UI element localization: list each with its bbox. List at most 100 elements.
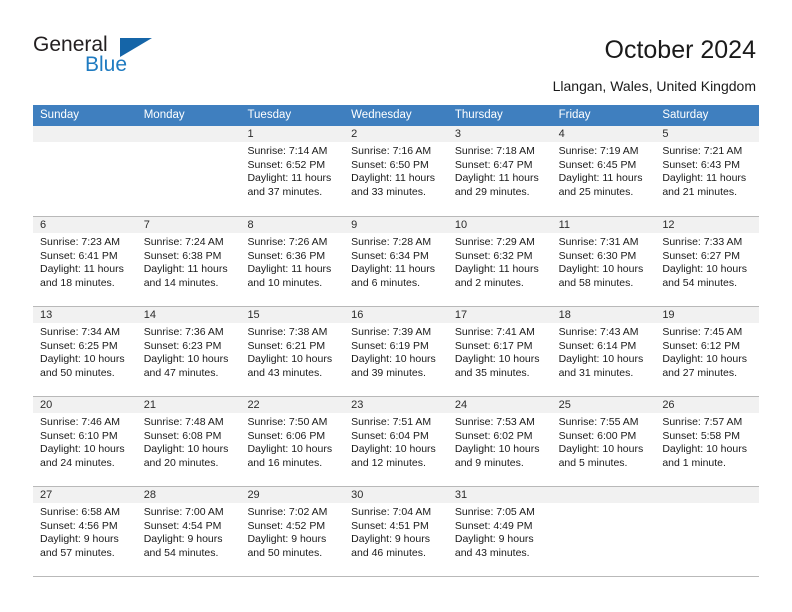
day-number: 25 <box>558 399 571 411</box>
sunset-text: Sunset: 6:25 PM <box>40 339 118 352</box>
sunrise-text: Sunrise: 7:19 AM <box>558 145 639 157</box>
sunset-text: Sunset: 6:17 PM <box>454 339 533 352</box>
daylight-text: Daylight: 11 hours <box>351 263 436 275</box>
daylight-text: and 5 minutes. <box>558 456 628 469</box>
day-number: 29 <box>247 489 260 501</box>
daylight-text: and 37 minutes. <box>247 185 323 198</box>
day-cell[interactable]: 2 Sunrise: 7:16 AM Sunset: 6:50 PM Daylight… <box>344 126 448 216</box>
daylight-text: and 2 minutes. <box>454 276 524 289</box>
day-cell[interactable]: 14 Sunrise: 7:36 AM Sunset: 6:23 PM Dayligh… <box>137 307 241 396</box>
daylight-text: Daylight: 11 hours <box>143 263 228 275</box>
day-cell[interactable]: 19 Sunrise: 7:45 AM Sunset: 6:12 PM Dayligh… <box>655 307 759 396</box>
weekday-friday: Friday <box>558 109 591 121</box>
day-details: Sunrise: 7:51 AM Sunset: 6:04 PM Daylight:… <box>351 416 441 470</box>
weekday-wednesday: Wednesday <box>351 109 412 121</box>
sunrise-text: Sunrise: 7:34 AM <box>40 326 120 338</box>
sunset-text: Sunset: 6:06 PM <box>247 429 326 442</box>
day-number: 14 <box>143 309 156 321</box>
sunset-text: Sunset: 6:47 PM <box>454 158 533 171</box>
day-cell[interactable]: 30 Sunrise: 7:04 AM Sunset: 4:51 PM Dayligh… <box>344 487 448 576</box>
daylight-text: Daylight: 11 hours <box>247 263 332 275</box>
sunrise-text: Sunrise: 7:43 AM <box>558 326 639 338</box>
day-number: 15 <box>247 309 260 321</box>
day-details: Sunrise: 7:14 AM Sunset: 6:52 PM Daylight:… <box>247 145 337 199</box>
day-cell[interactable]: 8 Sunrise: 7:26 AM Sunset: 6:36 PM Daylight… <box>240 217 344 306</box>
day-cell-empty <box>137 126 241 216</box>
sunset-text: Sunset: 6:43 PM <box>662 158 740 171</box>
sunset-text: Sunset: 4:56 PM <box>40 519 118 532</box>
day-number: 16 <box>351 309 364 321</box>
day-details: Sunrise: 7:29 AM Sunset: 6:32 PM Daylight:… <box>455 236 545 290</box>
day-cell[interactable]: 21 Sunrise: 7:48 AM Sunset: 6:08 PM Dayligh… <box>137 397 241 486</box>
day-cell[interactable]: 16 Sunrise: 7:39 AM Sunset: 6:19 PM Dayligh… <box>344 307 448 396</box>
day-cell[interactable]: 11 Sunrise: 7:31 AM Sunset: 6:30 PM Dayligh… <box>552 217 656 306</box>
day-details: Sunrise: 7:24 AM Sunset: 6:38 PM Daylight:… <box>144 236 234 290</box>
daylight-text: and 21 minutes. <box>662 185 738 198</box>
day-details: Sunrise: 7:34 AM Sunset: 6:25 PM Daylight:… <box>40 326 130 380</box>
daylight-text: and 25 minutes. <box>558 185 634 198</box>
day-number: 3 <box>454 128 461 140</box>
day-number: 21 <box>143 399 156 411</box>
day-cell[interactable]: 5 Sunrise: 7:21 AM Sunset: 6:43 PM Daylight… <box>655 126 759 216</box>
sunset-text: Sunset: 6:45 PM <box>558 158 637 171</box>
page-header: General Blue October 2024 Llangan, Wales… <box>0 0 792 100</box>
day-cell[interactable]: 28 Sunrise: 7:00 AM Sunset: 4:54 PM Dayligh… <box>137 487 241 576</box>
day-details: Sunrise: 7:23 AM Sunset: 6:41 PM Daylight:… <box>40 236 130 290</box>
day-cell[interactable]: 18 Sunrise: 7:43 AM Sunset: 6:14 PM Dayligh… <box>552 307 656 396</box>
daylight-text: and 14 minutes. <box>143 276 219 289</box>
day-details: Sunrise: 7:36 AM Sunset: 6:23 PM Daylight:… <box>144 326 234 380</box>
day-cell[interactable]: 25 Sunrise: 7:55 AM Sunset: 6:00 PM Dayligh… <box>552 397 656 486</box>
day-number: 23 <box>351 399 364 411</box>
sunset-text: Sunset: 6:12 PM <box>662 339 740 352</box>
day-cell[interactable]: 17 Sunrise: 7:41 AM Sunset: 6:17 PM Dayligh… <box>448 307 552 396</box>
daylight-text: and 27 minutes. <box>662 366 738 379</box>
daylight-text: and 50 minutes. <box>247 546 323 559</box>
day-cell[interactable]: 13 Sunrise: 7:34 AM Sunset: 6:25 PM Dayligh… <box>33 307 137 396</box>
sunset-text: Sunset: 6:00 PM <box>558 429 637 442</box>
sunrise-text: Sunrise: 7:24 AM <box>143 236 224 248</box>
day-cell[interactable]: 20 Sunrise: 7:46 AM Sunset: 6:10 PM Dayligh… <box>33 397 137 486</box>
day-cell[interactable]: 9 Sunrise: 7:28 AM Sunset: 6:34 PM Daylight… <box>344 217 448 306</box>
day-cell[interactable]: 10 Sunrise: 7:29 AM Sunset: 6:32 PM Dayligh… <box>448 217 552 306</box>
daylight-text: Daylight: 10 hours <box>454 443 540 455</box>
day-details: Sunrise: 7:55 AM Sunset: 6:00 PM Daylight:… <box>559 416 649 470</box>
daylight-text: Daylight: 10 hours <box>143 353 229 365</box>
day-cell[interactable]: 1 Sunrise: 7:14 AM Sunset: 6:52 PM Daylight… <box>240 126 344 216</box>
sunset-text: Sunset: 6:34 PM <box>351 249 429 262</box>
day-cell[interactable]: 15 Sunrise: 7:38 AM Sunset: 6:21 PM Dayligh… <box>240 307 344 396</box>
daylight-text: Daylight: 10 hours <box>143 443 229 455</box>
calendar-weeks: 1 Sunrise: 7:14 AM Sunset: 6:52 PM Daylight… <box>33 126 759 576</box>
logo-text-blue: Blue <box>85 53 128 76</box>
daylight-text: and 18 minutes. <box>40 276 115 289</box>
day-cell[interactable]: 26 Sunrise: 7:57 AM Sunset: 5:58 PM Dayligh… <box>655 397 759 486</box>
day-details: Sunrise: 7:26 AM Sunset: 6:36 PM Daylight:… <box>247 236 337 290</box>
day-cell[interactable]: 27 Sunrise: 6:58 AM Sunset: 4:56 PM Dayligh… <box>33 487 137 576</box>
day-cell[interactable]: 29 Sunrise: 7:02 AM Sunset: 4:52 PM Dayligh… <box>240 487 344 576</box>
daylight-text: and 54 minutes. <box>662 276 738 289</box>
day-number: 22 <box>247 399 260 411</box>
daylight-text: Daylight: 10 hours <box>454 353 540 365</box>
daylight-text: Daylight: 10 hours <box>40 443 125 455</box>
day-number: 4 <box>558 128 565 140</box>
daylight-text: and 31 minutes. <box>558 366 634 379</box>
sunrise-text: Sunrise: 7:46 AM <box>40 416 120 428</box>
day-cell[interactable]: 23 Sunrise: 7:51 AM Sunset: 6:04 PM Dayligh… <box>344 397 448 486</box>
day-cell[interactable]: 3 Sunrise: 7:18 AM Sunset: 6:47 PM Daylight… <box>448 126 552 216</box>
day-cell[interactable]: 24 Sunrise: 7:53 AM Sunset: 6:02 PM Dayligh… <box>448 397 552 486</box>
day-cell[interactable]: 6 Sunrise: 7:23 AM Sunset: 6:41 PM Daylight… <box>33 217 137 306</box>
day-cell[interactable]: 4 Sunrise: 7:19 AM Sunset: 6:45 PM Daylight… <box>552 126 656 216</box>
daylight-text: Daylight: 9 hours <box>247 533 327 545</box>
day-details: Sunrise: 7:33 AM Sunset: 6:27 PM Daylight:… <box>662 236 752 290</box>
day-cell[interactable]: 22 Sunrise: 7:50 AM Sunset: 6:06 PM Dayligh… <box>240 397 344 486</box>
day-cell[interactable]: 12 Sunrise: 7:33 AM Sunset: 6:27 PM Dayligh… <box>655 217 759 306</box>
daylight-text: Daylight: 10 hours <box>351 353 436 365</box>
sunset-text: Sunset: 6:02 PM <box>454 429 533 442</box>
sunrise-text: Sunrise: 7:55 AM <box>558 416 639 428</box>
daylight-text: Daylight: 11 hours <box>454 263 539 275</box>
sunset-text: Sunset: 6:38 PM <box>143 249 222 262</box>
daylight-text: and 39 minutes. <box>351 366 426 379</box>
weekday-sunday: Sunday <box>40 109 80 121</box>
sunrise-text: Sunrise: 7:51 AM <box>351 416 432 428</box>
day-cell[interactable]: 31 Sunrise: 7:05 AM Sunset: 4:49 PM Dayligh… <box>448 487 552 576</box>
day-cell[interactable]: 7 Sunrise: 7:24 AM Sunset: 6:38 PM Daylight… <box>137 217 241 306</box>
